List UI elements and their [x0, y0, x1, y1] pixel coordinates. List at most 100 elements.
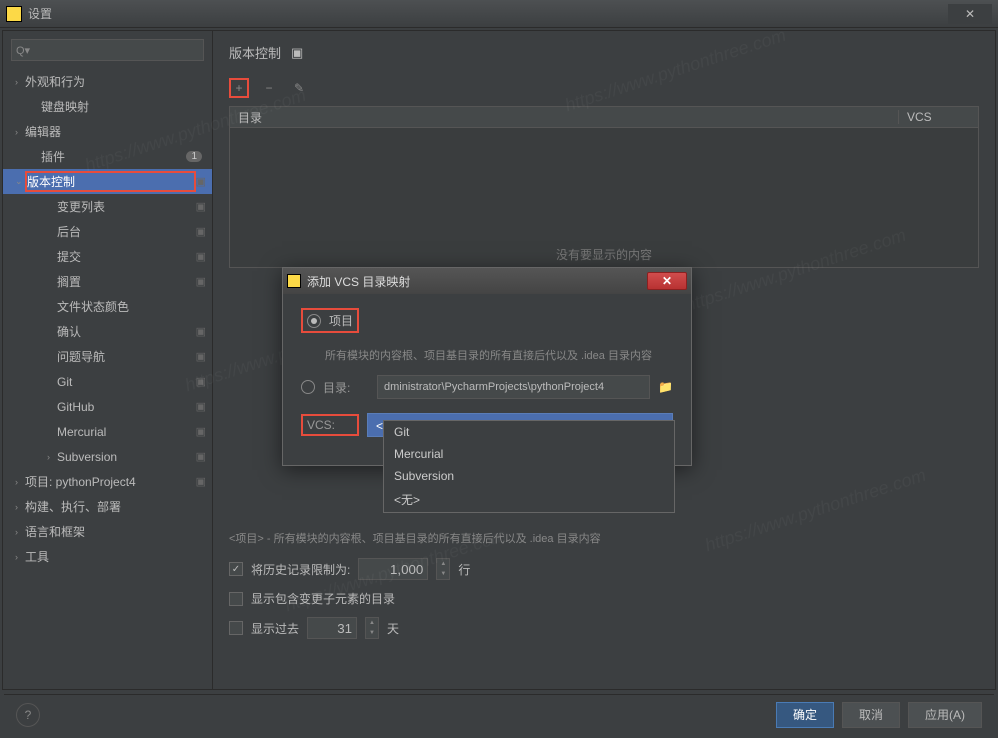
sidebar-item[interactable]: 提交▣	[3, 244, 212, 269]
history-unit: 行	[458, 561, 470, 578]
vcs-label-box: VCS:	[301, 414, 359, 436]
search-input[interactable]: Q▾	[11, 39, 204, 61]
radio-project-row[interactable]: 项目	[301, 308, 359, 333]
toolbar: + − ✎	[229, 78, 979, 98]
spinner-down-icon[interactable]: ▼	[366, 628, 378, 638]
sidebar-item[interactable]: ›编辑器	[3, 119, 212, 144]
table-body: 没有要显示的内容	[229, 128, 979, 268]
scope-icon: ▣	[196, 275, 206, 288]
dialog-hint: 所有模块的内容根、项目基目录的所有直接后代以及 .idea 目录内容	[325, 347, 673, 363]
sidebar-item-label: 外观和行为	[25, 73, 206, 90]
sidebar-item-label: Mercurial	[57, 425, 196, 439]
sidebar-item[interactable]: 问题导航▣	[3, 344, 212, 369]
sidebar-item-label: Subversion	[57, 450, 196, 464]
sidebar-item[interactable]: 插件1	[3, 144, 212, 169]
scope-icon: ▣	[196, 375, 206, 388]
chevron-icon: ⌄	[15, 176, 25, 187]
sidebar-item[interactable]: 后台▣	[3, 219, 212, 244]
scope-icon: ▣	[196, 450, 206, 463]
spinner-down-icon[interactable]: ▼	[437, 569, 449, 579]
dropdown-item[interactable]: <无>	[384, 487, 674, 512]
sidebar-item-label: 键盘映射	[41, 98, 206, 115]
add-button[interactable]: +	[229, 78, 249, 98]
scope-icon: ▣	[196, 475, 206, 488]
footer: ? 确定 取消 应用(A)	[4, 694, 994, 734]
table-header: 目录 VCS	[229, 106, 979, 128]
chevron-icon: ›	[15, 552, 25, 562]
dialog-close-button[interactable]: ✕	[647, 272, 687, 290]
radio-directory[interactable]	[301, 380, 315, 394]
sidebar-item[interactable]: GitHub▣	[3, 394, 212, 419]
sidebar-item[interactable]: ›工具	[3, 544, 212, 569]
dropdown-item[interactable]: Git	[384, 421, 674, 443]
sidebar-item[interactable]: Git▣	[3, 369, 212, 394]
directory-path-text: dministrator\PycharmProjects\pythonProje…	[384, 381, 604, 393]
sidebar-item[interactable]: 文件状态颜色	[3, 294, 212, 319]
scope-icon: ▣	[196, 425, 206, 438]
show-past-row: 显示过去 ▲ ▼ 天	[229, 617, 979, 639]
spinner-up-icon[interactable]: ▲	[366, 618, 378, 628]
sidebar-item[interactable]: ›项目: pythonProject4▣	[3, 469, 212, 494]
chevron-icon: ›	[15, 527, 25, 537]
window-close-button[interactable]: ✕	[948, 4, 992, 24]
chevron-icon: ›	[15, 477, 25, 487]
project-hint: <项目> - 所有模块的内容根、项目基目录的所有直接后代以及 .idea 目录内…	[229, 530, 979, 546]
cancel-button[interactable]: 取消	[842, 702, 900, 728]
scope-icon: ▣	[196, 250, 206, 263]
scope-icon: ▣	[196, 325, 206, 338]
sidebar: Q▾ ›外观和行为键盘映射›编辑器插件1⌄版本控制▣变更列表▣后台▣提交▣搁置▣…	[3, 31, 213, 689]
remove-button[interactable]: −	[259, 78, 279, 98]
sidebar-item[interactable]: 键盘映射	[3, 94, 212, 119]
dropdown-item[interactable]: Mercurial	[384, 443, 674, 465]
sidebar-item[interactable]: ›构建、执行、部署	[3, 494, 212, 519]
spinner-up-icon[interactable]: ▲	[437, 559, 449, 569]
col-vcs: VCS	[898, 110, 978, 124]
folder-browse-icon[interactable]: 📁	[658, 380, 673, 394]
show-past-input[interactable]	[307, 617, 357, 639]
show-past-checkbox[interactable]	[229, 621, 243, 635]
sidebar-item-label: 提交	[57, 248, 196, 265]
sidebar-item[interactable]: ⌄版本控制▣	[3, 169, 212, 194]
sidebar-item[interactable]: 变更列表▣	[3, 194, 212, 219]
sidebar-item[interactable]: Mercurial▣	[3, 419, 212, 444]
scope-icon: ▣	[291, 45, 303, 61]
sidebar-item-label: 工具	[25, 548, 206, 565]
show-past-spinner[interactable]: ▲ ▼	[365, 617, 379, 639]
sidebar-item-label: 后台	[57, 223, 196, 240]
history-limit-row: 将历史记录限制为: ▲ ▼ 行	[229, 558, 979, 580]
sidebar-item[interactable]: ›外观和行为	[3, 69, 212, 94]
help-button[interactable]: ?	[16, 703, 40, 727]
sidebar-item-label: 问题导航	[57, 348, 196, 365]
sidebar-item[interactable]: 确认▣	[3, 319, 212, 344]
apply-button[interactable]: 应用(A)	[908, 702, 982, 728]
scope-icon: ▣	[196, 175, 206, 188]
badge: 1	[186, 151, 202, 162]
history-limit-checkbox[interactable]	[229, 562, 243, 576]
history-limit-input[interactable]	[358, 558, 428, 580]
directory-path-input[interactable]: dministrator\PycharmProjects\pythonProje…	[377, 375, 650, 399]
edit-button[interactable]: ✎	[289, 78, 309, 98]
show-sub-checkbox[interactable]	[229, 592, 243, 606]
history-spinner[interactable]: ▲ ▼	[436, 558, 450, 580]
sidebar-item-label: GitHub	[57, 400, 196, 414]
sidebar-item[interactable]: ›Subversion▣	[3, 444, 212, 469]
ok-button[interactable]: 确定	[776, 702, 834, 728]
dialog-icon	[287, 274, 301, 288]
dialog-titlebar: 添加 VCS 目录映射 ✕	[283, 268, 691, 294]
sidebar-item[interactable]: ›语言和框架	[3, 519, 212, 544]
sidebar-item-label: 确认	[57, 323, 196, 340]
radio-project-label: 项目	[329, 312, 353, 329]
chevron-icon: ›	[15, 502, 25, 512]
sidebar-item-label: Git	[57, 375, 196, 389]
show-sub-label: 显示包含变更子元素的目录	[251, 590, 395, 607]
sidebar-item[interactable]: 搁置▣	[3, 269, 212, 294]
sidebar-item-label: 编辑器	[25, 123, 206, 140]
radio-project[interactable]	[307, 314, 321, 328]
search-icon: Q▾	[16, 44, 30, 57]
radio-directory-label: 目录:	[323, 379, 369, 396]
sidebar-item-label: 文件状态颜色	[57, 298, 206, 315]
show-past-label: 显示过去	[251, 620, 299, 637]
dropdown-item[interactable]: Subversion	[384, 465, 674, 487]
sidebar-item-label: 插件	[41, 148, 186, 165]
vcs-mapping-dialog: 添加 VCS 目录映射 ✕ 项目 所有模块的内容根、项目基目录的所有直接后代以及…	[282, 267, 692, 466]
